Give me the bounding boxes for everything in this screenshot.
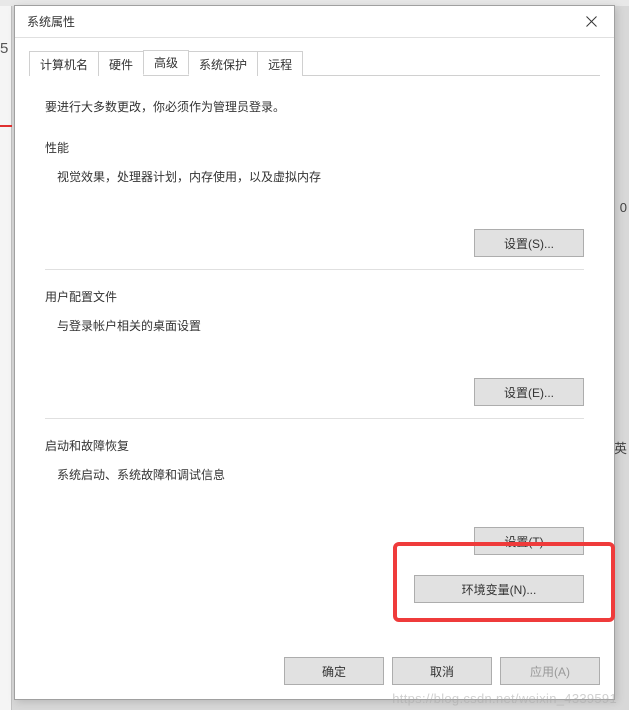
titlebar: 系统属性	[15, 6, 614, 38]
dialog-footer: 确定 取消 应用(A)	[284, 657, 600, 685]
section-user-profiles: 用户配置文件 与登录帐户相关的桌面设置 设置(E)...	[45, 288, 584, 419]
cancel-button[interactable]: 取消	[392, 657, 492, 685]
tab-computer-name[interactable]: 计算机名	[29, 51, 99, 76]
tab-system-protection[interactable]: 系统保护	[188, 51, 258, 76]
section-startup-recovery: 启动和故障恢复 系统启动、系统故障和调试信息 设置(T)...	[45, 437, 584, 555]
background-char-1: 0	[620, 200, 627, 215]
environment-variables-button[interactable]: 环境变量(N)...	[414, 575, 584, 603]
user-profiles-settings-button[interactable]: 设置(E)...	[474, 378, 584, 406]
tab-remote[interactable]: 远程	[257, 51, 303, 76]
user-profiles-title: 用户配置文件	[45, 288, 584, 305]
tab-content-advanced: 要进行大多数更改，你必须作为管理员登录。 性能 视觉效果，处理器计划，内存使用，…	[29, 76, 600, 613]
performance-desc: 视觉效果，处理器计划，内存使用，以及虚拟内存	[45, 168, 584, 185]
performance-settings-button[interactable]: 设置(S)...	[474, 229, 584, 257]
tabs-row: 计算机名 硬件 高级 系统保护 远程	[29, 50, 600, 76]
dialog-title: 系统属性	[27, 13, 75, 30]
startup-settings-button[interactable]: 设置(T)...	[474, 527, 584, 555]
user-profiles-desc: 与登录帐户相关的桌面设置	[45, 317, 584, 334]
performance-title: 性能	[45, 139, 584, 156]
divider	[45, 418, 584, 419]
close-button[interactable]	[569, 6, 614, 38]
system-properties-dialog: 系统属性 计算机名 硬件 高级 系统保护 远程 要进行大多数更改，你必须作为管理…	[14, 5, 615, 700]
startup-title: 启动和故障恢复	[45, 437, 584, 454]
section-performance: 性能 视觉效果，处理器计划，内存使用，以及虚拟内存 设置(S)...	[45, 139, 584, 270]
admin-note-text: 要进行大多数更改，你必须作为管理员登录。	[45, 98, 584, 115]
ok-button[interactable]: 确定	[284, 657, 384, 685]
tab-advanced[interactable]: 高级	[143, 50, 189, 75]
background-number: 5	[0, 40, 8, 57]
tab-hardware[interactable]: 硬件	[98, 51, 144, 76]
close-icon	[586, 16, 597, 27]
background-char-2: 英	[614, 438, 627, 457]
startup-desc: 系统启动、系统故障和调试信息	[45, 466, 584, 483]
apply-button[interactable]: 应用(A)	[500, 657, 600, 685]
divider	[45, 269, 584, 270]
